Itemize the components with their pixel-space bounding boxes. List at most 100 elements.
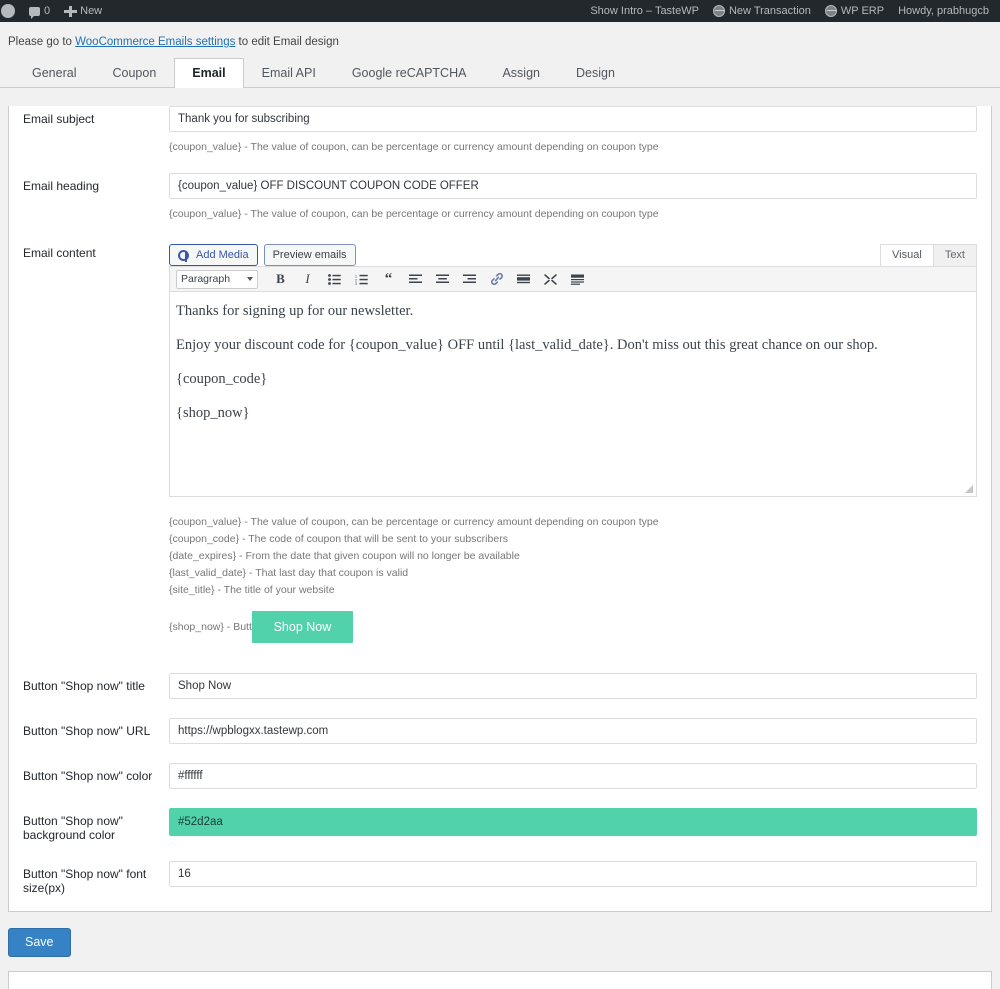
new-content-label: New: [80, 5, 103, 17]
show-intro-menu[interactable]: Show Intro – TasteWP: [583, 0, 706, 22]
shop-now-placeholder-label: {shop_now} - Button: [169, 621, 264, 633]
wp-logo-menu[interactable]: [0, 0, 22, 22]
globe-icon: [712, 5, 725, 17]
email-subject-label: Email subject: [23, 112, 95, 126]
email-subject-hint: {coupon_value} - The value of coupon, ca…: [169, 141, 659, 153]
button-color-input[interactable]: [169, 763, 977, 789]
tab-design[interactable]: Design: [558, 58, 633, 88]
editor-mode-tabs: Visual Text: [880, 244, 977, 266]
email-design-notice: Please go to WooCommerce Emails settings…: [0, 22, 1000, 58]
editor-resize-handle[interactable]: [964, 484, 974, 494]
editor-paragraph: {coupon_code}: [176, 371, 268, 387]
tab-email[interactable]: Email: [174, 58, 244, 88]
tab-assign[interactable]: Assign: [484, 58, 558, 88]
shop-now-preview-row: {shop_now} - Button Shop Now: [169, 611, 977, 643]
wp-erp-menu[interactable]: WP ERP: [818, 0, 891, 22]
new-transaction-menu[interactable]: New Transaction: [706, 0, 818, 22]
button-font-size-input[interactable]: [169, 861, 977, 887]
notice-suffix: to edit Email design: [235, 36, 339, 48]
format-select-value: Paragraph: [181, 273, 231, 285]
placeholder-item: {last_valid_date} - That last day that c…: [169, 567, 409, 579]
save-area: Save: [0, 912, 1000, 957]
toolbar-toggle-icon[interactable]: [568, 270, 587, 289]
align-center-icon[interactable]: [433, 270, 452, 289]
link-icon[interactable]: [487, 270, 506, 289]
woocommerce-emails-settings-link[interactable]: WooCommerce Emails settings: [75, 36, 235, 48]
plus-icon: [64, 5, 78, 17]
comment-bubble-icon: [29, 6, 40, 19]
field-button-color: Button "Shop now" color: [9, 763, 991, 789]
new-content-menu[interactable]: New: [57, 0, 109, 22]
placeholder-item: {coupon_value} - The value of coupon, ca…: [169, 516, 659, 528]
button-title-input[interactable]: [169, 673, 977, 699]
email-settings-panel: Email subject {coupon_value} - The value…: [8, 106, 992, 912]
comments-menu[interactable]: 0: [22, 0, 57, 22]
show-intro-label: Show Intro – TasteWP: [590, 5, 699, 17]
placeholder-item: {date_expires} - From the date that give…: [169, 550, 520, 562]
field-button-font-size: Button "Shop now" font size(px): [9, 861, 991, 895]
read-more-icon[interactable]: [514, 270, 533, 289]
tab-coupon[interactable]: Coupon: [94, 58, 174, 88]
tab-general[interactable]: General: [14, 58, 94, 88]
button-bg-color-label: Button "Shop now" background color: [23, 814, 123, 842]
blockquote-icon[interactable]: “: [379, 270, 398, 289]
editor-toolbar: Paragraph B I 123 “: [169, 266, 977, 291]
visual-tab[interactable]: Visual: [880, 244, 934, 266]
align-left-icon[interactable]: [406, 270, 425, 289]
comments-count: 0: [44, 5, 51, 17]
new-transaction-label: New Transaction: [728, 5, 811, 17]
wordpress-logo-icon: [1, 4, 15, 18]
add-media-label: Add Media: [196, 249, 249, 261]
footer-panel-strip: [8, 971, 992, 989]
editor-paragraph: {shop_now}: [176, 405, 250, 421]
preview-emails-label: Preview emails: [272, 249, 347, 261]
editor-top-bar: Add Media Preview emails Visual Text: [169, 240, 977, 266]
numbered-list-icon[interactable]: 123: [352, 270, 371, 289]
email-heading-label: Email heading: [23, 179, 100, 193]
field-email-subject: Email subject {coupon_value} - The value…: [9, 106, 991, 154]
email-content-label: Email content: [23, 246, 96, 260]
field-email-content: Email content Add Media Preview emails V…: [9, 240, 991, 643]
chevron-down-icon: [247, 277, 253, 281]
email-heading-input[interactable]: [169, 173, 977, 199]
fullscreen-icon[interactable]: [541, 270, 560, 289]
howdy-label: Howdy, prabhugcb: [898, 5, 989, 17]
button-url-label: Button "Shop now" URL: [23, 724, 151, 738]
button-bg-color-input[interactable]: [169, 808, 977, 836]
admin-bar-right: Show Intro – TasteWP New Transaction WP …: [583, 0, 996, 22]
editor-paragraph: Thanks for signing up for our newsletter…: [176, 303, 414, 319]
placeholder-item: {site_title} - The title of your website: [169, 584, 335, 596]
field-email-heading: Email heading {coupon_value} - The value…: [9, 173, 991, 221]
italic-icon[interactable]: I: [298, 270, 317, 289]
shop-now-preview-button[interactable]: Shop Now: [251, 611, 354, 643]
editor-paragraph: Enjoy your discount code for {coupon_val…: [176, 337, 878, 353]
bulleted-list-icon[interactable]: [325, 270, 344, 289]
save-button[interactable]: Save: [8, 928, 71, 957]
notice-prefix: Please go to: [8, 36, 76, 48]
button-color-label: Button "Shop now" color: [23, 769, 153, 783]
preview-emails-button[interactable]: Preview emails: [263, 244, 356, 266]
svg-text:3: 3: [355, 282, 357, 285]
add-media-button[interactable]: Add Media: [169, 244, 258, 266]
text-tab[interactable]: Text: [932, 244, 977, 266]
email-subject-input[interactable]: [169, 106, 977, 132]
admin-bar-left: 0 New: [0, 0, 109, 22]
bold-icon[interactable]: B: [271, 270, 290, 289]
field-button-title: Button "Shop now" title: [9, 673, 991, 699]
field-button-bg-color: Button "Shop now" background color: [9, 808, 991, 842]
add-media-icon: [178, 249, 191, 262]
tab-email-api[interactable]: Email API: [244, 58, 334, 88]
placeholder-item: {coupon_code} - The code of coupon that …: [169, 533, 508, 545]
button-font-size-label: Button "Shop now" font size(px): [23, 867, 147, 895]
email-content-editor[interactable]: Thanks for signing up for our newsletter…: [169, 291, 977, 497]
admin-bar: 0 New Show Intro – TasteWP New Transacti…: [0, 0, 1000, 22]
paragraph-format-select[interactable]: Paragraph: [176, 269, 258, 289]
align-right-icon[interactable]: [460, 270, 479, 289]
wp-erp-label: WP ERP: [840, 5, 885, 17]
placeholder-list: {coupon_value} - The value of coupon, ca…: [169, 515, 977, 597]
tab-google-recaptcha[interactable]: Google reCAPTCHA: [334, 58, 485, 88]
howdy-menu[interactable]: Howdy, prabhugcb: [891, 0, 996, 22]
settings-tabs: General Coupon Email Email API Google re…: [0, 58, 1000, 88]
email-heading-hint: {coupon_value} - The value of coupon, ca…: [169, 208, 659, 220]
button-url-input[interactable]: [169, 718, 977, 744]
